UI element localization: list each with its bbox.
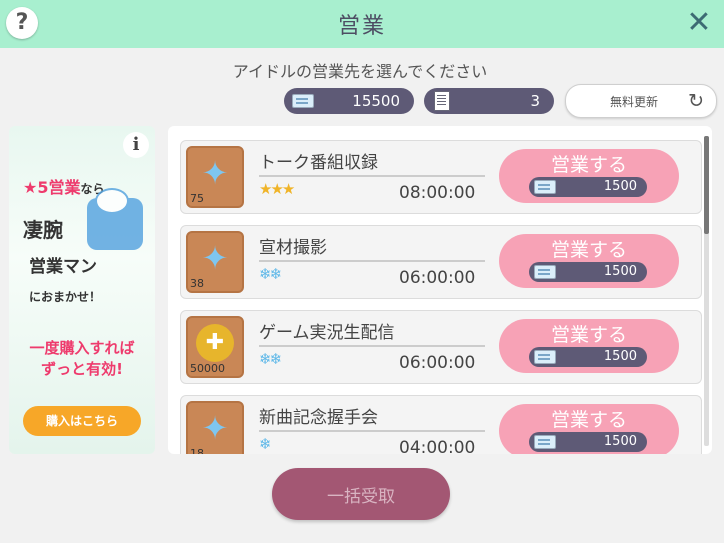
job-row: ✚ 50000 ゲーム実況生配信 ❄❄ 06:00:00 営業する 1500 [180,310,702,384]
cost-pill: 1500 [529,262,647,282]
difficulty-snowflakes: ❄❄ [259,350,282,368]
ticket-icon [534,435,556,449]
ticket-balance: 15500 [284,88,414,114]
action-label: 営業する [550,324,627,346]
star-crystal-icon: ✦ [201,239,229,277]
buy-button[interactable]: 購入はこちら [23,406,141,436]
scrollbar-thumb[interactable] [704,136,709,234]
coin-icon: ✚ [196,324,234,362]
start-job-button[interactable]: 営業する 1500 [499,319,679,373]
action-label: 営業する [550,409,627,431]
reward-count: 50000 [190,362,225,375]
job-duration: 08:00:00 [399,183,476,203]
reward-icon: ✦ 38 [186,231,244,293]
job-duration: 04:00:00 [399,438,476,454]
job-title: 新曲記念握手会 [259,408,378,428]
cost-value: 1500 [603,434,637,449]
job-title: 宣材撮影 [259,238,327,258]
ticket-icon [534,265,556,279]
cost-pill: 1500 [529,432,647,452]
reward-count: 18 [190,447,204,454]
cost-value: 1500 [603,349,637,364]
refresh-label: 無料更新 [610,95,659,109]
free-refresh-button[interactable]: 無料更新 ↻ [565,84,717,118]
star-crystal-icon: ✦ [201,154,229,192]
job-duration: 06:00:00 [399,353,476,373]
collect-all-label: 一括受取 [327,487,395,507]
banner-title-2: 営業マン [29,257,97,277]
banner-subtext: におまかせ！ [29,290,102,304]
header-bar: ? 営業 ✕ [0,0,724,48]
cost-pill: 1500 [529,347,647,367]
start-job-button[interactable]: 営業する 1500 [499,234,679,288]
page-title: 営業 [337,14,386,39]
job-list[interactable]: ✦ 75 トーク番組収録 ★★★ 08:00:00 営業する 1500 ✦ 38… [168,126,712,454]
paper-count: 3 [530,92,540,110]
action-label: 営業する [550,154,627,176]
difficulty-stars: ★★★ [259,180,295,198]
job-row: ✦ 38 宣材撮影 ❄❄ 06:00:00 営業する 1500 [180,225,702,299]
reward-icon: ✦ 18 [186,401,244,454]
close-icon[interactable]: ✕ [684,6,714,40]
banner-title-1: 凄腕 [23,218,63,242]
refresh-icon: ↻ [688,90,704,112]
divider [259,260,485,262]
difficulty-snowflakes: ❄ [259,435,272,453]
ticket-icon [534,350,556,364]
cost-value: 1500 [603,179,637,194]
ticket-count: 15500 [352,92,400,110]
reward-icon: ✚ 50000 [186,316,244,378]
job-row: ✦ 75 トーク番組収録 ★★★ 08:00:00 営業する 1500 [180,140,702,214]
reward-count: 38 [190,277,204,290]
job-title: トーク番組収録 [259,153,378,173]
divider [259,175,485,177]
divider [259,430,485,432]
info-icon[interactable]: i [123,132,149,158]
document-icon [434,91,450,111]
instruction-text: アイドルの営業先を選んでください [232,62,488,81]
paper-balance: 3 [424,88,554,114]
reward-icon: ✦ 75 [186,146,244,208]
star-crystal-icon: ✦ [201,409,229,447]
collect-all-button[interactable]: 一括受取 [272,468,450,520]
start-job-button[interactable]: 営業する 1500 [499,149,679,203]
mascot-illustration [87,188,143,250]
ticket-icon [292,94,314,108]
job-title: ゲーム実況生配信 [259,323,395,343]
divider [259,345,485,347]
difficulty-snowflakes: ❄❄ [259,265,282,283]
reward-count: 75 [190,192,204,205]
ticket-icon [534,180,556,194]
job-row: ✦ 18 新曲記念握手会 ❄ 04:00:00 営業する 1500 [180,395,702,454]
cost-value: 1500 [603,264,637,279]
banner-promo-text: 一度購入すれば ずっと有効! [29,339,135,378]
action-label: 営業する [550,239,627,261]
cost-pill: 1500 [529,177,647,197]
promo-banner[interactable]: i ★5営業なら 凄腕 営業マン におまかせ！ 一度購入すれば ずっと有効! 購入… [9,126,155,454]
job-duration: 06:00:00 [399,268,476,288]
banner-headline: ★5営業なら [23,178,105,197]
start-job-button[interactable]: 営業する 1500 [499,404,679,454]
